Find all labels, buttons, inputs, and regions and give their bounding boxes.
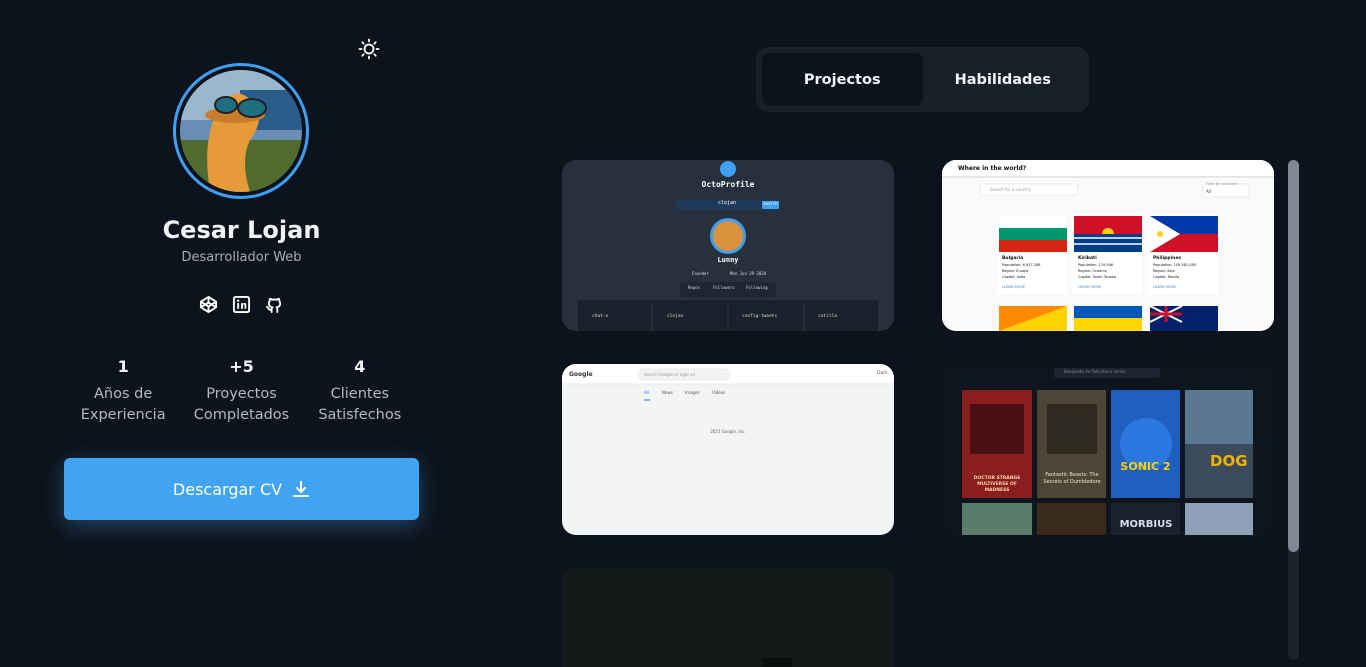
download-icon [293,481,310,497]
learn-more-link: LEARN MORE [1078,285,1102,289]
countries-search-placeholder: Search for a country [990,187,1031,192]
movie-poster-title: DOG [1210,452,1248,470]
github-icon[interactable] [265,295,284,314]
movie-poster-title: SONIC 2 [1120,460,1171,473]
octoprofile-user: Lunny [717,256,739,264]
stat-value: 4 [354,357,366,376]
octoprofile-stat-following: Following [746,285,768,290]
octoprofile-meta-left: Founder [692,271,709,276]
google-search-placeholder: Search Google or type url [644,372,696,377]
octoprofile-search-button: Search [763,201,778,206]
stat-label-line1: Clientes [330,386,390,402]
movies-search-placeholder: Búsqueda de Películas o series [1064,369,1126,374]
octoprofile-repo: cotilla [818,314,837,319]
project-card-countries[interactable]: Where in the world? Search for a country… [942,160,1274,331]
stat-experience: 1 Años de Experiencia [64,357,182,426]
google-link: All [644,390,649,395]
stat-projects: +5 Proyectos Completados [182,357,300,426]
country-card-bulgaria: Bulgaria Population: 6,927,288 Region: E… [1002,256,1041,280]
avatar [180,70,302,192]
stat-label-line1: Proyectos [206,386,277,402]
stat-label-line2: Satisfechos [318,407,402,423]
country-capital: Capital: Manila [1153,275,1180,279]
profile-name: Cesar Lojan [162,216,321,244]
stat-value: +5 [229,357,254,376]
octoprofile-repo: chat-x [592,314,609,319]
theme-toggle-sun-icon[interactable] [358,38,380,60]
google-logo: Google [569,371,593,378]
codepen-icon[interactable] [199,295,218,314]
tab-skills[interactable]: Habilidades [923,53,1084,106]
scrollbar-thumb[interactable] [1288,160,1299,552]
google-link: Videos [712,390,726,395]
profile-role: Desarrollador Web [181,250,302,265]
learn-more-link: LEARN MORE [1002,285,1026,289]
download-cv-label: Descargar CV [172,479,283,499]
project-card-google-clone[interactable]: Google Search Google or type url Dark Al… [562,364,894,535]
octoprofile-title: OctoProfile [701,180,755,189]
profile-stats: 1 Años de Experiencia +5 Proyectos Compl… [64,357,419,426]
stat-clients: 4 Clientes Satisfechos [301,357,419,426]
movie-title-line1: Fantastic Beasts: The [1045,472,1099,478]
learn-more-link: LEARN MORE [1153,285,1177,289]
social-links [199,295,284,314]
tab-projects[interactable]: Projectos [762,53,923,106]
country-card-philippines: Philippines Population: 109,581,085 Regi… [1153,256,1196,280]
google-footer: 2021 Google, Inc. [710,429,746,434]
stat-value: 1 [117,357,129,376]
google-link: News [662,390,673,395]
movie-poster-title: Fantastic Beasts: The Secrets of Dumbled… [1039,472,1105,486]
octoprofile-repo: config-tweets [742,314,778,319]
google-dark-toggle: Dark [877,371,888,376]
country-capital: Capital: Sofia [1002,275,1026,279]
octoprofile-stat-followers: Followers [713,285,735,290]
stat-label-line2: Completados [193,407,290,423]
country-capital: Capital: South Tarawa [1078,275,1117,279]
octoprofile-stat-repos: Repos [688,285,701,290]
country-card-kiribati: Kiribati Population: 119,446 Region: Oce… [1078,256,1116,280]
movie-title-line2: MULTIVERSE OF MADNESS [977,482,1017,493]
octoprofile-meta-right: Mon Jun 29 2020 [730,271,767,276]
avatar-ring [173,63,309,199]
project-card-dark[interactable] [562,568,894,667]
movie-title-line2: Secrets of Dumbledore [1043,479,1101,485]
google-link: Images [685,390,700,395]
movie-poster-title: MORBIUS [1119,519,1173,530]
octoprofile-search-value: clojan [717,200,737,206]
countries-filter-label: Filter by continent [1206,182,1238,186]
section-tabs: Projectos Habilidades [756,47,1089,112]
countries-header: Where in the world? [958,165,1027,172]
linkedin-icon[interactable] [232,295,251,314]
movie-poster-title: DOCTOR STRANGE MULTIVERSE OF MADNESS [964,476,1030,494]
project-card-octoprofile[interactable]: OctoProfile clojan Search Lunny Founder … [562,160,894,331]
stat-label-line2: Experiencia [80,407,166,423]
project-card-movies[interactable]: Búsqueda de Películas o series DOCTOR ST… [942,364,1274,535]
countries-filter-value: All [1206,189,1211,194]
stat-label-line1: Años de [94,386,153,402]
download-cv-button[interactable]: Descargar CV [64,458,419,520]
octoprofile-repo: clojan [667,314,684,319]
